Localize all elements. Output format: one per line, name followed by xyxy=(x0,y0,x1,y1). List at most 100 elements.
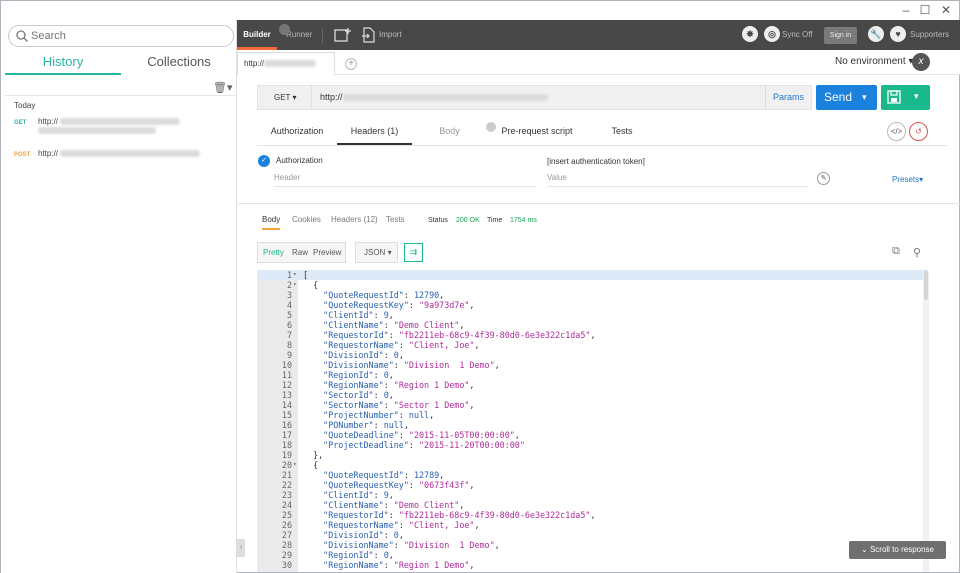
format-raw[interactable]: Raw xyxy=(292,243,308,262)
add-tab-icon[interactable]: + xyxy=(345,58,357,70)
json-value: "0673f43f" xyxy=(418,480,470,490)
search-box[interactable] xyxy=(8,25,234,47)
tab-response-tests[interactable]: Tests xyxy=(386,215,405,224)
sidebar-tabs: History Collections xyxy=(5,53,237,75)
line-number: 10 xyxy=(281,360,292,370)
fold-icon[interactable]: ▾ xyxy=(293,460,297,470)
request-tab[interactable]: http:// xyxy=(237,52,335,75)
bulk-edit-icon[interactable]: ✎ xyxy=(817,172,830,185)
code-line: 29 "RegionId": 0, xyxy=(257,550,927,560)
save-button[interactable]: ▾ xyxy=(881,85,930,110)
environment-selector[interactable]: No environment ▾ xyxy=(835,56,913,67)
scrollbar-thumb[interactable] xyxy=(924,270,928,300)
code-text: "SectorName": "Sector 1 Demo", xyxy=(303,400,474,410)
chevron-down-icon[interactable]: ▾ xyxy=(862,85,867,110)
json-key: "PONumber" xyxy=(323,420,374,430)
line-number: 21 xyxy=(281,470,292,480)
maximize-button[interactable]: ☐ xyxy=(916,3,934,17)
tab-authorization[interactable]: Authorization xyxy=(257,120,337,145)
header-enabled-checkbox[interactable]: ✓ xyxy=(258,155,270,167)
search-icon[interactable]: ⚲ xyxy=(913,246,921,259)
format-pretty[interactable]: Pretty xyxy=(263,243,284,262)
title-bar: – ☐ ✕ xyxy=(1,1,959,20)
line-number: 25 xyxy=(281,510,292,520)
tab-body[interactable]: Body xyxy=(417,120,482,145)
import-icon[interactable] xyxy=(361,27,375,43)
format-preview[interactable]: Preview xyxy=(313,243,341,262)
tab-tests[interactable]: Tests xyxy=(592,120,652,145)
json-key: "QuoteRequestId" xyxy=(323,290,404,300)
url-input[interactable]: http:// xyxy=(320,86,548,109)
runner-tab[interactable]: Runner xyxy=(286,20,312,50)
heart-icon[interactable]: ♥ xyxy=(890,26,906,42)
method-selector[interactable]: GET ▾ xyxy=(258,86,312,109)
json-value: "Demo Client" xyxy=(393,320,460,330)
json-key: "DivisionId" xyxy=(323,350,384,360)
tab-headers[interactable]: Headers (1) xyxy=(337,120,412,145)
search-icon xyxy=(16,30,28,42)
line-number: 3 xyxy=(286,290,292,300)
collapse-sidebar-icon[interactable]: ‹ xyxy=(237,539,245,557)
params-button[interactable]: Params xyxy=(765,85,811,110)
copy-icon[interactable]: ⧉ xyxy=(892,245,900,258)
fold-icon[interactable]: ▾ xyxy=(293,270,297,280)
tab-collections[interactable]: Collections xyxy=(121,53,237,75)
new-window-icon[interactable] xyxy=(334,27,352,43)
header-value[interactable]: [insert authentication token] xyxy=(547,157,645,166)
json-punct: { xyxy=(313,280,319,290)
presets-dropdown[interactable]: Presets▾ xyxy=(892,175,923,184)
interceptor-icon[interactable]: ✸ xyxy=(742,26,758,42)
tab-prerequest[interactable]: Pre-request script xyxy=(492,120,582,145)
json-key: "RequestorId" xyxy=(323,510,389,520)
line-number: 16 xyxy=(281,420,292,430)
response-body[interactable]: 1 ▾[2 ▾ {3 "QuoteRequestId": 12790, 4 "Quot… xyxy=(257,270,927,572)
tab-response-headers[interactable]: Headers (12) xyxy=(331,215,378,224)
json-punct: , xyxy=(439,290,445,300)
import-button[interactable]: Import xyxy=(379,20,402,50)
line-number: 14 xyxy=(281,400,292,410)
close-button[interactable]: ✕ xyxy=(937,3,955,17)
json-punct: , xyxy=(388,490,394,500)
language-selector[interactable]: JSON ▾ xyxy=(355,242,398,263)
signin-button[interactable]: Sign in xyxy=(824,27,857,44)
tab-history[interactable]: History xyxy=(5,53,121,75)
json-punct: , xyxy=(494,540,500,550)
header-key[interactable]: Authorization xyxy=(276,156,323,165)
search-input[interactable] xyxy=(31,28,226,44)
settings-icon[interactable]: 🔧 xyxy=(868,26,884,42)
json-key: "RegionId" xyxy=(323,550,374,560)
json-punct: , xyxy=(388,370,394,380)
history-item[interactable]: GET http:// xyxy=(1,117,236,143)
tab-response-cookies[interactable]: Cookies xyxy=(292,215,321,224)
supporters-link[interactable]: Supporters xyxy=(910,20,949,50)
code-text: "RegionId": 0, xyxy=(303,370,394,380)
send-button[interactable]: Send ▾ xyxy=(816,85,877,110)
code-line: 3 "QuoteRequestId": 12790, xyxy=(257,290,927,300)
json-value: 12790 xyxy=(413,290,440,300)
header-key-input[interactable]: Header xyxy=(274,173,536,187)
chevron-down-icon[interactable]: ▾ xyxy=(914,91,919,102)
wrap-lines-icon[interactable]: ⇉ xyxy=(404,243,423,262)
reset-icon[interactable]: ↺ xyxy=(909,122,928,141)
line-number: 13 xyxy=(281,390,292,400)
code-snippet-icon[interactable]: </> xyxy=(887,122,906,141)
sync-icon[interactable]: ◎ xyxy=(764,26,780,42)
header-value-input[interactable]: Value xyxy=(547,173,809,187)
trash-icon[interactable]: 🗑▾ xyxy=(213,81,233,94)
status-value: 200 OK xyxy=(456,217,480,224)
code-text: "RequestorId": "fb2211eb-68c9-4f39-80d0-… xyxy=(303,510,595,520)
code-line: 11 "RegionId": 0, xyxy=(257,370,927,380)
builder-tab[interactable]: Builder xyxy=(237,20,277,50)
divider xyxy=(322,28,323,44)
environment-settings-icon[interactable]: x xyxy=(912,53,930,71)
scroll-to-response-button[interactable]: ⌄ Scroll to response xyxy=(849,541,946,559)
json-key: "ProjectDeadline" xyxy=(323,440,409,450)
scrollbar[interactable] xyxy=(923,270,929,572)
history-item[interactable]: POST http:// xyxy=(1,149,236,163)
minimize-button[interactable]: – xyxy=(897,3,915,17)
sync-status[interactable]: Sync Off xyxy=(782,20,813,50)
fold-icon[interactable]: ▾ xyxy=(293,280,297,290)
tab-response-body[interactable]: Body xyxy=(262,215,281,230)
